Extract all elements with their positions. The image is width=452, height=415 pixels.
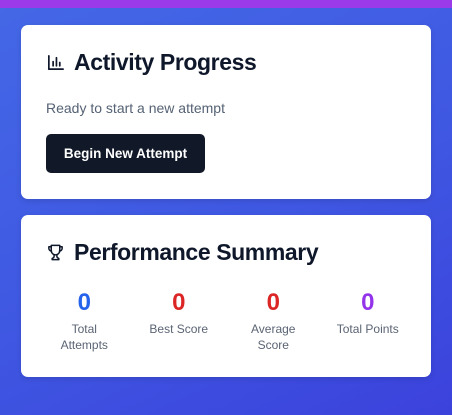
stat-value: 0: [172, 289, 186, 316]
bar-chart-icon: [46, 53, 65, 72]
activity-progress-card: Activity Progress Ready to start a new a…: [21, 25, 431, 199]
attempt-status-text: Ready to start a new attempt: [46, 100, 225, 116]
performance-summary-title: Performance Summary: [74, 239, 319, 265]
stat-label: Best Score: [149, 322, 209, 336]
stat-value: 0: [266, 289, 280, 316]
stat-total-points: 0 Total Points: [321, 289, 416, 353]
performance-summary-card: Performance Summary 0 Total Attempts 0 B…: [21, 215, 431, 377]
stat-value: 0: [361, 289, 375, 316]
stat-best-score: 0 Best Score: [132, 289, 227, 353]
top-accent-strip: [0, 0, 452, 8]
stat-label: Total Points: [336, 322, 399, 336]
stat-value: 0: [77, 289, 91, 316]
stat-total-attempts: 0 Total Attempts: [37, 289, 132, 353]
activity-progress-header: Activity Progress: [46, 49, 257, 76]
performance-summary-header: Performance Summary: [46, 239, 319, 266]
trophy-icon: [46, 243, 65, 262]
begin-new-attempt-button[interactable]: Begin New Attempt: [46, 134, 205, 173]
stat-label: Average Score: [251, 322, 296, 352]
stat-average-score: 0 Average Score: [226, 289, 321, 353]
stats-row: 0 Total Attempts 0 Best Score 0 Average …: [37, 289, 415, 353]
stat-label: Total Attempts: [60, 322, 108, 352]
activity-progress-title: Activity Progress: [74, 49, 257, 75]
